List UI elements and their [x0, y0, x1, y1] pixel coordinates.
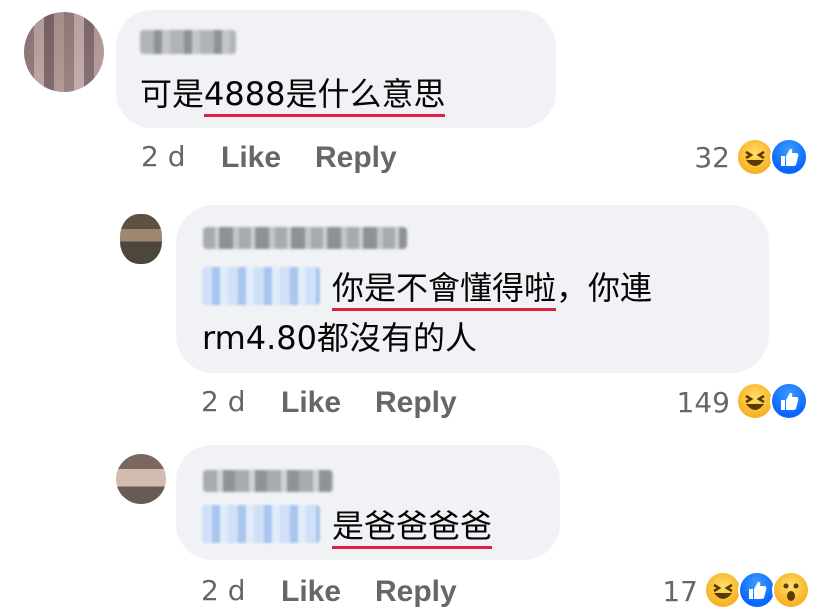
reply-button[interactable]: Reply — [315, 141, 397, 175]
reaction-icons[interactable] — [736, 138, 810, 176]
reply-button[interactable]: Reply — [375, 575, 457, 609]
like-emoji-icon — [770, 382, 808, 420]
like-button[interactable]: Like — [281, 386, 341, 420]
reaction-count[interactable]: 149 — [640, 386, 730, 420]
commenter-name-blurred[interactable] — [203, 470, 333, 492]
comment-text: 是爸爸爸爸 — [332, 506, 493, 549]
haha-emoji-icon — [704, 571, 742, 609]
mention-tag-blurred[interactable] — [202, 267, 320, 305]
reaction-count[interactable]: 17 — [630, 575, 698, 609]
comment-text: 可是4888是什么意思 — [140, 74, 446, 117]
comment-timestamp[interactable]: 2 d — [201, 574, 246, 608]
like-button[interactable]: Like — [281, 575, 341, 609]
like-button[interactable]: Like — [221, 141, 281, 175]
like-emoji-icon — [738, 571, 776, 609]
haha-emoji-icon — [736, 138, 774, 176]
commenter-avatar[interactable] — [120, 214, 162, 264]
like-emoji-icon — [770, 138, 808, 176]
comment-text-rest: ，你連 — [556, 269, 653, 307]
comment-timestamp[interactable]: 2 d — [141, 140, 186, 174]
haha-emoji-icon — [736, 382, 774, 420]
commenter-avatar[interactable] — [24, 12, 104, 92]
comment-text-line: rm4.80都沒有的人 — [202, 319, 478, 357]
commenter-name-blurred[interactable] — [140, 30, 236, 54]
comment-text-underlined: 你是不會懂得啦 — [332, 269, 557, 311]
comment-text-plain: 可是 — [140, 75, 205, 113]
commenter-name-blurred[interactable] — [203, 227, 407, 249]
reply-button[interactable]: Reply — [375, 386, 457, 420]
comment-text-underlined: 4888是什么意思 — [204, 75, 446, 117]
commenter-avatar[interactable] — [116, 454, 166, 504]
comment-text-line: 你是不會懂得啦，你連 — [332, 268, 653, 311]
mention-tag-blurred[interactable] — [202, 505, 320, 543]
comment-text-underlined: 是爸爸爸爸 — [332, 507, 493, 549]
comment-timestamp[interactable]: 2 d — [201, 385, 246, 419]
wow-emoji-icon — [772, 571, 810, 609]
reaction-count[interactable]: 32 — [650, 141, 730, 175]
reaction-icons[interactable] — [704, 571, 812, 609]
reaction-icons[interactable] — [736, 382, 810, 420]
